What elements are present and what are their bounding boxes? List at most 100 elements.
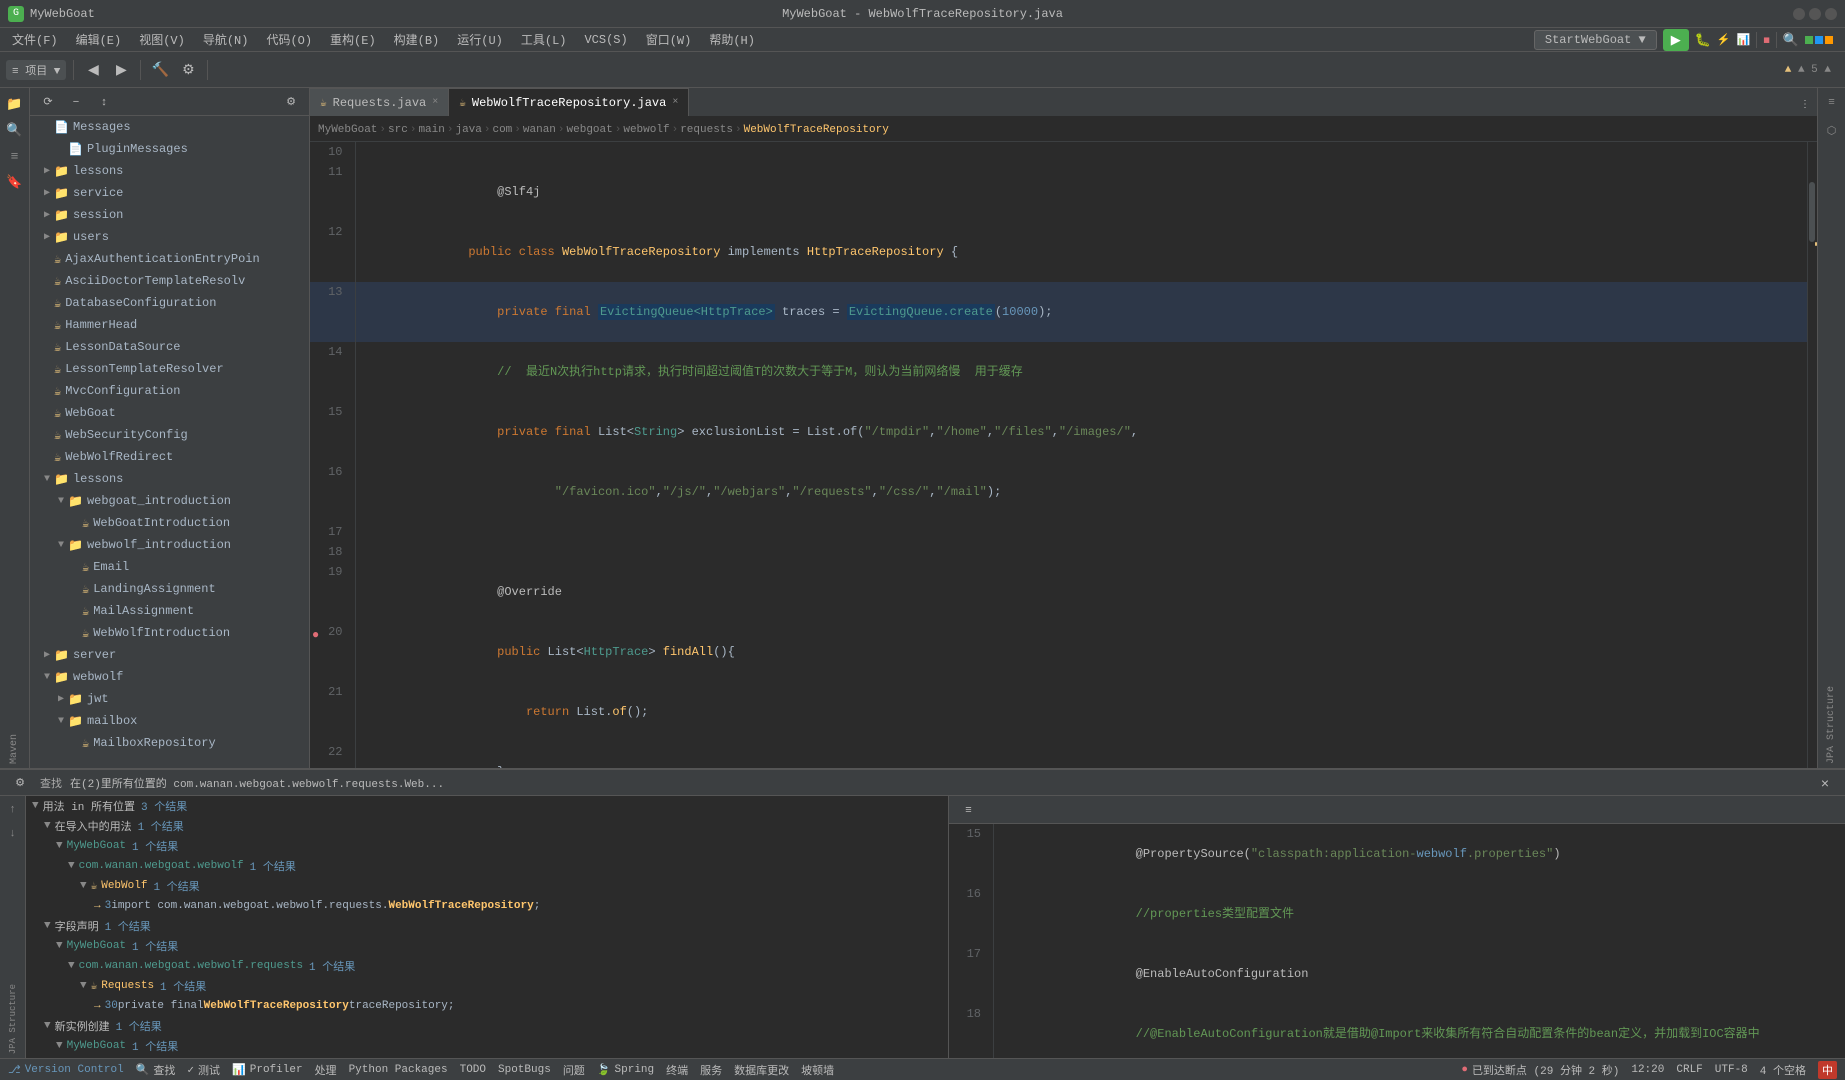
result-mywebgoat-1[interactable]: ▼ MyWebGoat 1 个结果 xyxy=(26,836,948,856)
code-panel-content[interactable]: 15 @PropertySource("classpath:applicatio… xyxy=(949,824,1845,1058)
tree-item-jwt-folder[interactable]: ▶ 📁 jwt xyxy=(30,688,309,710)
result-section-header[interactable]: ▼ 用法 in 所有位置 3 个结果 xyxy=(26,796,948,816)
find-status[interactable]: 🔍 查找 xyxy=(136,1062,176,1078)
tree-item-users-folder[interactable]: ▶ 📁 users xyxy=(30,226,309,248)
tree-item-lessontr[interactable]: ☕ LessonTemplateResolver xyxy=(30,358,309,380)
panel-settings-btn[interactable]: ≡ xyxy=(957,798,981,822)
tree-item-mail[interactable]: ☕ MailAssignment xyxy=(30,600,309,622)
menu-vcs[interactable]: VCS(S) xyxy=(576,31,635,49)
tree-item-webwolf-folder[interactable]: ▼ 📁 webwolf xyxy=(30,666,309,688)
ime-status[interactable]: 中 xyxy=(1818,1061,1837,1079)
charset-status[interactable]: UTF-8 xyxy=(1715,1064,1748,1076)
result-pkg-1[interactable]: ▼ com.wanan.webgoat.webwolf 1 个结果 xyxy=(26,856,948,876)
tab-close-webwolftrace[interactable]: × xyxy=(672,97,678,108)
profile-button[interactable]: 📊 xyxy=(1737,33,1751,46)
run-button[interactable]: ▶ xyxy=(1663,29,1689,51)
menu-tools[interactable]: 工具(L) xyxy=(513,29,575,50)
menu-run[interactable]: 运行(U) xyxy=(449,29,511,50)
tree-item-messages[interactable]: 📄 Messages xyxy=(30,116,309,138)
find-button[interactable]: 🔍 xyxy=(3,118,27,142)
back-button[interactable]: ◀ xyxy=(81,58,105,82)
build-button[interactable]: 🔨 xyxy=(148,58,172,82)
spring-status[interactable]: 🍃 Spring xyxy=(597,1063,654,1077)
tree-item-webwolfredirect[interactable]: ☕ WebWolfRedirect xyxy=(30,446,309,468)
editor-scrollbar[interactable] xyxy=(1807,142,1817,768)
structure-panel-btn[interactable]: ≡ xyxy=(1821,92,1843,114)
menu-file[interactable]: 文件(F) xyxy=(4,29,66,50)
maximize-button[interactable] xyxy=(1809,8,1821,20)
tree-item-email[interactable]: ☕ Email xyxy=(30,556,309,578)
test-status[interactable]: ✓ 测试 xyxy=(187,1062,220,1078)
tree-item-landing[interactable]: ☕ LandingAssignment xyxy=(30,578,309,600)
vcs-status[interactable]: ⎇ Version Control xyxy=(8,1063,124,1077)
run-config-select[interactable]: StartWebGoat ▼ xyxy=(1534,30,1657,50)
result-pkg-2[interactable]: ▼ com.wanan.webgoat.webwolf.requests 1 个… xyxy=(26,956,948,976)
result-mywebgoat-2[interactable]: ▼ MyWebGoat 1 个结果 xyxy=(26,936,948,956)
bottom-settings-btn[interactable]: ⚙ xyxy=(8,771,32,795)
tab-webwolftrace[interactable]: ☕ WebWolfTraceRepository.java × xyxy=(449,88,689,116)
tree-item-lessons2-folder[interactable]: ▼ 📁 lessons xyxy=(30,468,309,490)
tree-item-webwolf-intro-folder[interactable]: ▼ 📁 webwolf_introduction xyxy=(30,534,309,556)
close-button[interactable] xyxy=(1825,8,1837,20)
minimize-button[interactable] xyxy=(1793,8,1805,20)
menu-help[interactable]: 帮助(H) xyxy=(701,29,763,50)
line-col-status[interactable]: 12:20 xyxy=(1631,1064,1664,1076)
close-bottom-btn[interactable]: × xyxy=(1813,771,1837,795)
tab-settings-button[interactable]: ⋮ xyxy=(1793,92,1817,116)
db-update-status[interactable]: 数据库更改 xyxy=(734,1062,789,1078)
result-import-line[interactable]: → 3 import com.wanan.webgoat.webwolf.req… xyxy=(26,896,948,916)
terminal-status[interactable]: 终端 xyxy=(666,1062,688,1078)
tree-item-lessonds[interactable]: ☕ LessonDataSource xyxy=(30,336,309,358)
spotbugs-status[interactable]: SpotBugs xyxy=(498,1064,551,1076)
tree-item-webgoat-intro-folder[interactable]: ▼ 📁 webgoat_introduction xyxy=(30,490,309,512)
stop-button[interactable]: ⏹ xyxy=(1763,32,1770,48)
python-status[interactable]: Python Packages xyxy=(349,1064,448,1076)
indent-status[interactable]: 4 个空格 xyxy=(1760,1062,1806,1078)
result-webwolf-1[interactable]: ▼ ☕ WebWolf 1 个结果 xyxy=(26,876,948,896)
project-selector[interactable]: ≡ 项目 ▼ xyxy=(6,60,66,80)
tree-item-lessons-folder[interactable]: ▶ 📁 lessons xyxy=(30,160,309,182)
menu-window[interactable]: 窗口(W) xyxy=(638,29,700,50)
tree-item-service-folder[interactable]: ▶ 📁 service xyxy=(30,182,309,204)
structure-button[interactable]: ≡ xyxy=(3,144,27,168)
menu-build[interactable]: 构建(B) xyxy=(386,29,448,50)
tree-item-mailbox-folder[interactable]: ▼ 📁 mailbox xyxy=(30,710,309,732)
result-new-header[interactable]: ▼ 新实例创建 1 个结果 xyxy=(26,1016,948,1036)
result-requests-1[interactable]: ▼ ☕ Requests 1 个结果 xyxy=(26,976,948,996)
forward-button[interactable]: ▶ xyxy=(109,58,133,82)
tree-item-ajax[interactable]: ☕ AjaxAuthenticationEntryPoin xyxy=(30,248,309,270)
profiler-status[interactable]: 📊 Profiler xyxy=(232,1063,303,1077)
tree-item-webwolfintro[interactable]: ☕ WebWolfIntroduction xyxy=(30,622,309,644)
menu-code[interactable]: 代码(O) xyxy=(258,29,320,50)
settings-tree-button[interactable]: ⚙ xyxy=(279,90,303,114)
debug-button[interactable]: 🐛 xyxy=(1695,32,1711,48)
menu-edit[interactable]: 编辑(E) xyxy=(68,29,130,50)
result-field-line[interactable]: → 30 private final WebWolfTraceRepositor… xyxy=(26,996,948,1016)
project-view-button[interactable]: 📁 xyxy=(3,92,27,116)
tree-item-mvcconfig[interactable]: ☕ MvcConfiguration xyxy=(30,380,309,402)
tab-requests[interactable]: ☕ Requests.java × xyxy=(310,88,449,116)
tree-item-websecurityconfig[interactable]: ☕ WebSecurityConfig xyxy=(30,424,309,446)
menu-navigate[interactable]: 导航(N) xyxy=(195,29,257,50)
down-btn[interactable]: ↓ xyxy=(3,824,23,844)
scroll-thumb[interactable] xyxy=(1809,182,1815,242)
bookmarks-button[interactable]: 🔖 xyxy=(3,170,27,194)
result-import-header[interactable]: ▼ 在导入中的用法 1 个结果 xyxy=(26,816,948,836)
hierarchy-btn[interactable]: ⬡ xyxy=(1821,120,1843,142)
tree-item-session-folder[interactable]: ▶ 📁 session xyxy=(30,204,309,226)
tree-item-server-folder[interactable]: ▶ 📁 server xyxy=(30,644,309,666)
tree-item-mailboxrepo[interactable]: ☕ MailboxRepository xyxy=(30,732,309,754)
result-field-header[interactable]: ▼ 字段声明 1 个结果 xyxy=(26,916,948,936)
code-editor[interactable]: 10 11 @Slf4j 12 public cla xyxy=(310,142,1807,768)
sort-button[interactable]: ↕ xyxy=(92,90,116,114)
maven-label[interactable]: Maven xyxy=(9,734,20,764)
collapse-button[interactable]: − xyxy=(64,90,88,114)
menu-refactor[interactable]: 重构(E) xyxy=(322,29,384,50)
result-mywebgoat-3[interactable]: ▼ MyWebGoat 1 个结果 xyxy=(26,1036,948,1056)
tree-item-ascii[interactable]: ☕ AsciiDoctorTemplateResolv xyxy=(30,270,309,292)
coverage-button[interactable]: ⚡ xyxy=(1717,33,1731,46)
up-btn[interactable]: ↑ xyxy=(3,800,23,820)
settings-button[interactable]: ⚙ xyxy=(176,58,200,82)
tree-item-webgoatintro[interactable]: ☕ WebGoatIntroduction xyxy=(30,512,309,534)
sidebar-content[interactable]: 📄 Messages 📄 PluginMessages ▶ 📁 lessons … xyxy=(30,116,309,768)
